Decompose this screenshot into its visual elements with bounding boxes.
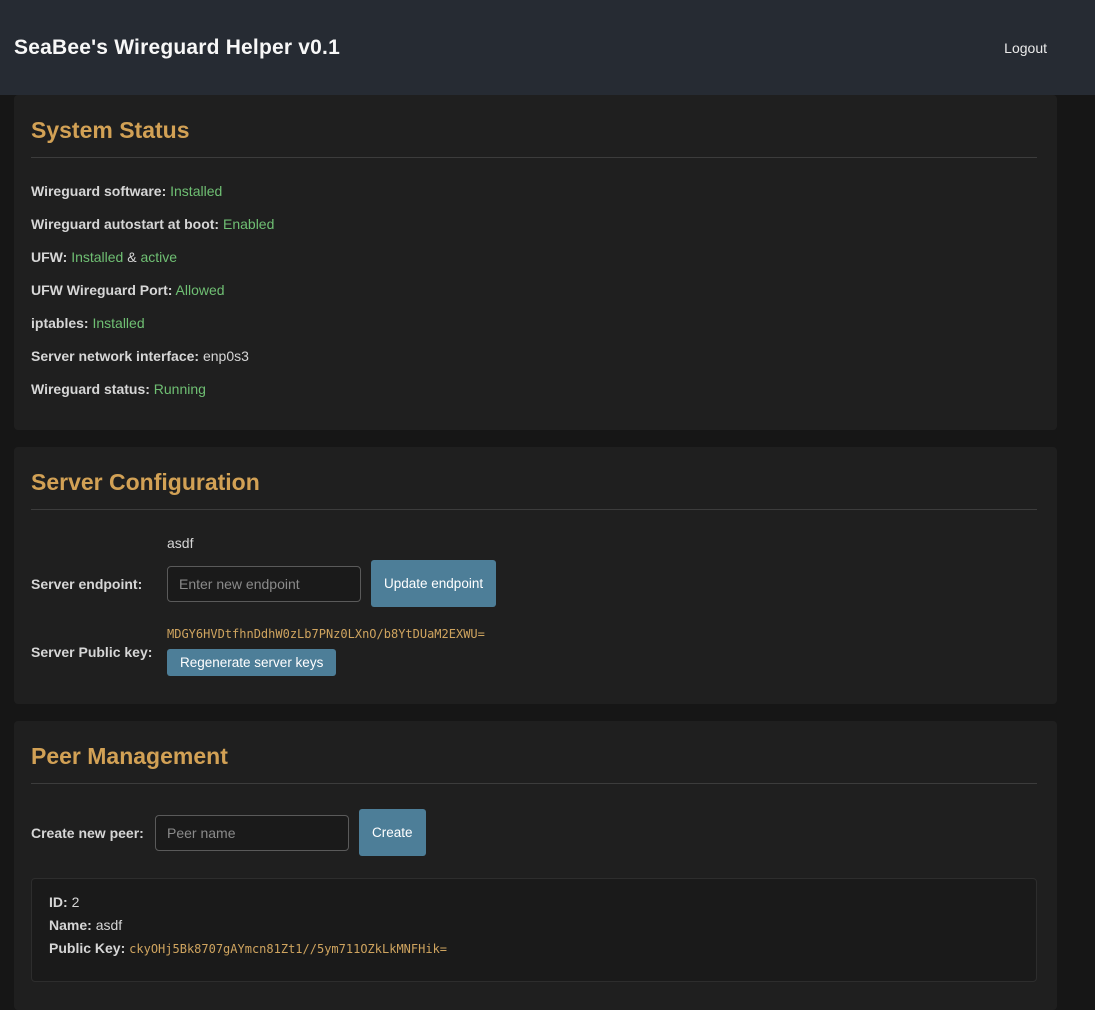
- peer-card: ID: 2 Name: asdf Public Key: ckyOHj5Bk87…: [31, 878, 1037, 982]
- status-value: Installed: [170, 183, 222, 199]
- status-value: Installed: [71, 249, 123, 265]
- create-peer-row: Create new peer: Create: [31, 809, 1037, 856]
- current-endpoint-value: asdf: [167, 535, 496, 551]
- status-row-network-interface: Server network interface: enp0s3: [31, 348, 1037, 364]
- status-label: iptables:: [31, 315, 89, 331]
- create-peer-controls: Create: [155, 809, 426, 856]
- server-public-key-content: MDGY6HVDtfhnDdhW0zLb7PNz0LXnO/b8YtDUaM2E…: [167, 627, 485, 676]
- server-public-key-value: MDGY6HVDtfhnDdhW0zLb7PNz0LXnO/b8YtDUaM2E…: [167, 627, 485, 641]
- peer-name-line: Name: asdf: [49, 917, 1019, 933]
- status-label: Wireguard status:: [31, 381, 150, 397]
- peer-id-line: ID: 2: [49, 894, 1019, 910]
- status-row-wireguard-status: Wireguard status: Running: [31, 381, 1037, 397]
- status-label: Wireguard software:: [31, 183, 166, 199]
- status-value: enp0s3: [203, 348, 249, 364]
- endpoint-input[interactable]: [167, 566, 361, 602]
- server-endpoint-label: Server endpoint:: [31, 576, 167, 607]
- divider: [31, 783, 1037, 784]
- regenerate-keys-button[interactable]: Regenerate server keys: [167, 649, 336, 676]
- status-value: Enabled: [223, 216, 274, 232]
- peer-public-key-value: ckyOHj5Bk8707gAYmcn81Zt1//5ym711OZkLkMNF…: [129, 942, 447, 956]
- divider: [31, 157, 1037, 158]
- status-separator: &: [127, 249, 136, 265]
- update-endpoint-button[interactable]: Update endpoint: [371, 560, 496, 607]
- system-status-card: System Status Wireguard software: Instal…: [14, 95, 1057, 430]
- status-row-wireguard-software: Wireguard software: Installed: [31, 183, 1037, 199]
- logout-link[interactable]: Logout: [1004, 40, 1047, 56]
- peer-management-card: Peer Management Create new peer: Create …: [14, 721, 1057, 1010]
- server-config-title: Server Configuration: [31, 469, 1037, 496]
- peer-name-input[interactable]: [155, 815, 349, 851]
- peer-name-label: Name:: [49, 917, 92, 933]
- peer-id-label: ID:: [49, 894, 68, 910]
- status-label: UFW Wireguard Port:: [31, 282, 172, 298]
- divider: [31, 509, 1037, 510]
- status-row-iptables: iptables: Installed: [31, 315, 1037, 331]
- status-row-ufw-port: UFW Wireguard Port: Allowed: [31, 282, 1037, 298]
- app-header: SeaBee's Wireguard Helper v0.1 Logout: [0, 0, 1095, 95]
- peer-id-value: 2: [72, 894, 80, 910]
- app-title: SeaBee's Wireguard Helper v0.1: [14, 36, 340, 60]
- status-row-autostart: Wireguard autostart at boot: Enabled: [31, 216, 1037, 232]
- server-public-key-row: Server Public key: MDGY6HVDtfhnDdhW0zLb7…: [31, 627, 1037, 676]
- status-value: Allowed: [176, 282, 225, 298]
- status-value-secondary: active: [140, 249, 177, 265]
- create-peer-label: Create new peer:: [31, 825, 155, 841]
- status-value: Running: [154, 381, 206, 397]
- system-status-title: System Status: [31, 117, 1037, 144]
- status-label: Server network interface:: [31, 348, 199, 364]
- peer-public-key-label: Public Key:: [49, 940, 125, 956]
- status-row-ufw: UFW: Installed & active: [31, 249, 1037, 265]
- create-peer-button[interactable]: Create: [359, 809, 426, 856]
- server-endpoint-row: Server endpoint: asdf Update endpoint: [31, 535, 1037, 607]
- status-label: UFW:: [31, 249, 67, 265]
- peer-management-title: Peer Management: [31, 743, 1037, 770]
- peer-public-key-line: Public Key: ckyOHj5Bk8707gAYmcn81Zt1//5y…: [49, 940, 1019, 956]
- status-label: Wireguard autostart at boot:: [31, 216, 219, 232]
- server-config-card: Server Configuration Server endpoint: as…: [14, 447, 1057, 704]
- server-endpoint-content: asdf Update endpoint: [167, 535, 496, 607]
- status-value: Installed: [92, 315, 144, 331]
- peer-name-value: asdf: [96, 917, 122, 933]
- endpoint-controls: Update endpoint: [167, 560, 496, 607]
- server-public-key-label: Server Public key:: [31, 644, 167, 660]
